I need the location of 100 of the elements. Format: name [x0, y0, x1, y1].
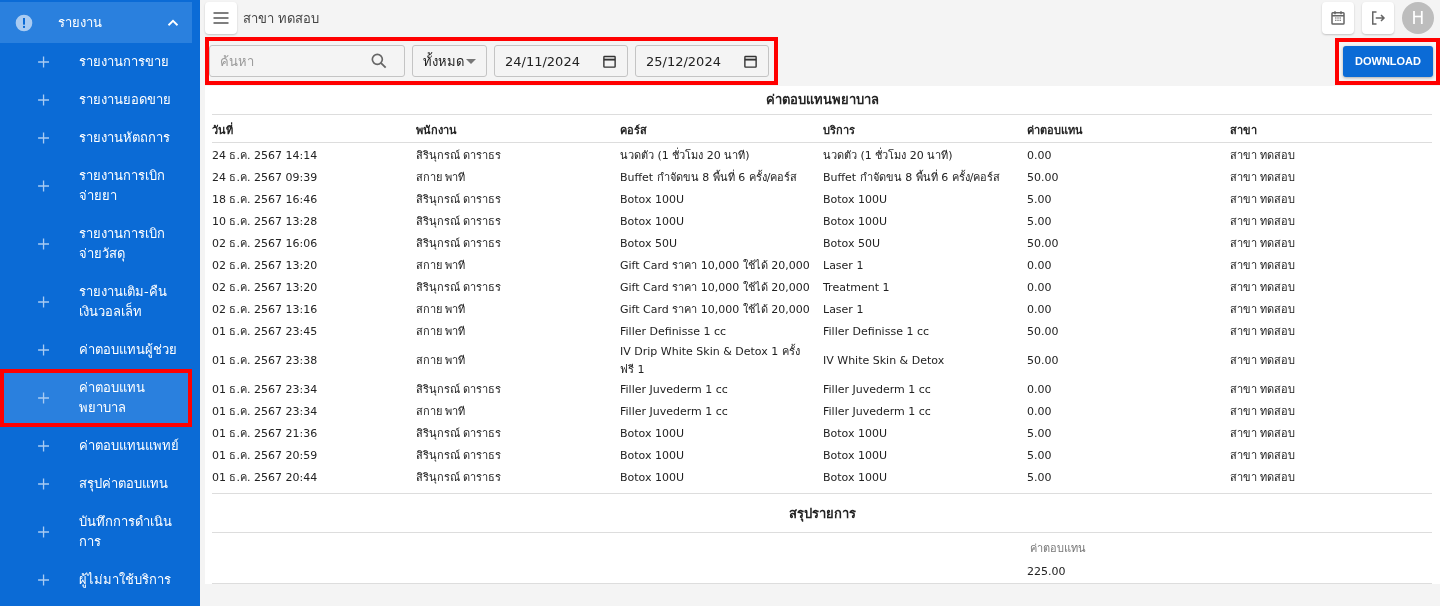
table-cell-text: สิรินุกรณ์ ดาราธร	[416, 382, 503, 398]
table-cell-text: Botox 100U	[823, 426, 889, 442]
end-date-field[interactable]: 25/12/2024	[635, 45, 769, 77]
table-cell-text: 50.00	[1027, 353, 1060, 369]
plus-icon	[37, 573, 51, 587]
sidebar-item[interactable]: สรุปค่าตอบแทน	[0, 465, 192, 503]
table-cell-text: 02 ธ.ค. 2567 13:16	[212, 302, 319, 318]
menu-button[interactable]	[205, 2, 237, 34]
table-cell-text: Botox 100U	[823, 448, 889, 464]
table-cell-text: 0.00	[1027, 148, 1053, 164]
table-cell-text: Filler Juvederm 1 cc	[823, 382, 932, 398]
column-header: พนักงาน	[416, 123, 458, 139]
column-header: สาขา	[1230, 123, 1258, 139]
table-cell-text: 5.00	[1027, 214, 1053, 230]
table-cell-text: สาขา ทดสอบ	[1230, 470, 1297, 486]
table-cell-text: สาขา ทดสอบ	[1230, 170, 1297, 186]
table-cell-text: Filler Juvederm 1 cc	[823, 404, 932, 420]
table-cell-text: Botox 100U	[620, 470, 686, 486]
table-cell-text: IV White Skin & Detox	[823, 353, 946, 369]
table-cell-text: สาขา ทดสอบ	[1230, 302, 1297, 318]
plus-icon	[37, 295, 51, 309]
table-cell-text: Buffet กำจัดขน 8 พื้นที่ 6 ครั้ง/คอร์ส	[823, 169, 1002, 186]
sidebar-item[interactable]: บันทึกการดำเนินการ	[0, 503, 192, 561]
table-cell-text: 0.00	[1027, 302, 1053, 318]
table-cell-text: สาขา ทดสอบ	[1230, 404, 1297, 420]
logout-icon	[1369, 9, 1387, 27]
sidebar-item[interactable]: รายงานการเบิกจ่ายวัสดุ	[0, 215, 192, 273]
table-cell-text: 0.00	[1027, 258, 1053, 274]
table-cell-text: สาขา ทดสอบ	[1230, 258, 1297, 274]
table-cell-text: Filler Definisse 1 cc	[620, 324, 727, 340]
sidebar-item[interactable]: รายงานการเบิกจ่ายยา	[0, 157, 192, 215]
table-cell-text: 0.00	[1027, 280, 1053, 296]
sidebar-item[interactable]: รายงานการขาย	[0, 43, 192, 81]
table-cell-text: Botox 100U	[823, 192, 889, 208]
table-cell-text: 5.00	[1027, 426, 1053, 442]
table-cell-text: สกาย พาที	[416, 324, 467, 340]
table-cell-text: 50.00	[1027, 236, 1060, 252]
report-title: ค่าตอบแทนพยาบาล	[212, 86, 1432, 115]
table-cell-text: 5.00	[1027, 470, 1053, 486]
table-cell-text: สาขา ทดสอบ	[1230, 192, 1297, 208]
summary-value: 225.00	[1027, 564, 1067, 578]
table-cell-text: สาขา ทดสอบ	[1230, 448, 1297, 464]
sidebar-item[interactable]: ผู้ไม่มาใช้บริการ	[0, 561, 192, 599]
table-cell-text: Gift Card ราคา 10,000 ใช้ได้ 20,000	[620, 258, 811, 274]
table-cell-text: 0.00	[1027, 382, 1053, 398]
table-cell-text: สกาย พาที	[416, 404, 467, 420]
column-header: ค่าตอบแทน	[1027, 123, 1084, 139]
download-button[interactable]: DOWNLOAD	[1343, 45, 1433, 77]
table-cell-text: 5.00	[1027, 448, 1053, 464]
table-cell-text: 02 ธ.ค. 2567 13:20	[212, 280, 319, 296]
sidebar-item[interactable]: รายงานเติม-คืนเงินวอลเล็ท	[0, 273, 192, 331]
table-cell-text: Laser 1	[823, 302, 865, 318]
alert-icon	[14, 12, 34, 33]
table-cell-text: สาขา ทดสอบ	[1230, 324, 1297, 340]
plus-icon	[37, 477, 51, 491]
type-dropdown[interactable]: ทั้งหมด	[412, 45, 487, 77]
table-cell-text: Botox 100U	[823, 214, 889, 230]
table-cell-text: สิรินุกรณ์ ดาราธร	[416, 448, 503, 464]
table-cell-text: สกาย พาที	[416, 353, 467, 369]
table-cell-text: 02 ธ.ค. 2567 13:20	[212, 258, 319, 274]
sidebar-item[interactable]: ค่าตอบแทนพยาบาล	[0, 369, 192, 427]
table-cell-text: สาขา ทดสอบ	[1230, 353, 1297, 369]
table-cell-text: 01 ธ.ค. 2567 20:44	[212, 470, 319, 486]
search-icon	[369, 51, 389, 71]
table-cell-text: 01 ธ.ค. 2567 23:45	[212, 324, 319, 340]
table-cell-text: Gift Card ราคา 10,000 ใช้ได้ 20,000	[620, 302, 811, 318]
table-cell-text: 01 ธ.ค. 2567 21:36	[212, 426, 319, 442]
calendar-icon	[602, 53, 617, 69]
table-cell-text: 01 ธ.ค. 2567 20:59	[212, 448, 319, 464]
table-cell-text: 24 ธ.ค. 2567 09:39	[212, 170, 319, 186]
sidebar-item[interactable]: รายงานยอดขาย	[0, 81, 192, 119]
plus-icon	[37, 93, 51, 107]
table-cell-text: Buffet กำจัดขน 8 พื้นที่ 6 ครั้ง/คอร์ส	[620, 169, 799, 186]
table-cell-text: สกาย พาที	[416, 302, 467, 318]
sidebar-group-header[interactable]: รายงาน	[0, 2, 192, 43]
table-cell-text: สิรินุกรณ์ ดาราธร	[416, 236, 503, 252]
table-cell-text: Botox 100U	[620, 448, 686, 464]
table-cell-text: 24 ธ.ค. 2567 14:14	[212, 148, 319, 164]
sidebar-item[interactable]: ค่าตอบแทนแพทย์	[0, 427, 192, 465]
column-header: คอร์ส	[620, 123, 648, 139]
logout-button[interactable]	[1362, 2, 1394, 34]
table-cell-text: Botox 50U	[823, 236, 882, 252]
table-cell-text: นวดตัว (1 ชั่วโมง 20 นาที)	[620, 147, 751, 164]
column-header: วันที่	[212, 121, 234, 139]
table-cell-text: 10 ธ.ค. 2567 13:28	[212, 214, 319, 230]
plus-icon	[37, 179, 51, 193]
calendar-button[interactable]	[1322, 2, 1354, 34]
search-field[interactable]: ค้นหา	[209, 45, 405, 77]
sidebar-item[interactable]: รายงานหัตถการ	[0, 119, 192, 157]
plus-icon	[37, 55, 51, 69]
table-cell-text: 01 ธ.ค. 2567 23:34	[212, 404, 319, 420]
plus-icon	[37, 343, 51, 357]
table-cell-text: Botox 100U	[620, 426, 686, 442]
table-cell-text: Botox 100U	[620, 214, 686, 230]
sidebar-item[interactable]: ค่าตอบแทนผู้ช่วย	[0, 331, 192, 369]
start-date-field[interactable]: 24/11/2024	[494, 45, 628, 77]
branch-name: สาขา ทดสอบ	[243, 9, 321, 28]
column-header: บริการ	[823, 123, 856, 139]
table-cell-text: สิรินุกรณ์ ดาราธร	[416, 214, 503, 230]
table-cell-text: 50.00	[1027, 324, 1060, 340]
